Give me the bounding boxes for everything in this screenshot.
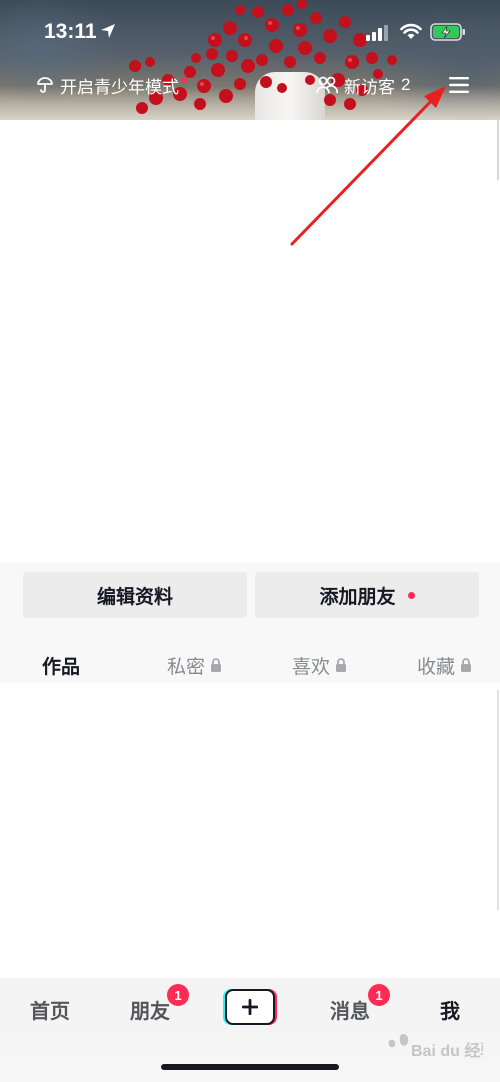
add-friends-label: 添加朋友 (319, 586, 396, 608)
messages-badge: 1 (368, 984, 390, 1006)
visitors-icon (316, 76, 338, 94)
menu-icon[interactable] (448, 76, 470, 94)
scroll-edge (497, 120, 499, 180)
visitors-count: 2 (401, 75, 411, 94)
nav-home[interactable]: 首页 (30, 995, 70, 1024)
status-time: 13:11 (44, 20, 97, 43)
visitors-label: 新访客 (344, 77, 395, 97)
tab-favorites-label: 收藏 (417, 656, 456, 678)
create-post-button[interactable] (225, 989, 275, 1025)
teen-mode-label: 开启青少年模式 (60, 77, 179, 97)
tab-likes-label: 喜欢 (292, 656, 331, 678)
tab-private[interactable]: 私密 (167, 652, 222, 678)
home-indicator[interactable] (161, 1064, 339, 1070)
scroll-edge-lower (497, 690, 499, 910)
nav-me[interactable]: 我 (440, 995, 460, 1024)
tab-works-label: 作品 (42, 656, 81, 678)
nav-messages[interactable]: 消息 (330, 995, 370, 1024)
umbrella-icon (37, 77, 53, 93)
plus-icon (242, 999, 258, 1015)
tab-likes[interactable]: 喜欢 (292, 652, 347, 678)
tab-favorites[interactable]: 收藏 (417, 652, 472, 678)
svg-text:Bai du 经验: Bai du 经验 (411, 1041, 483, 1060)
tab-works[interactable]: 作品 (42, 652, 80, 678)
nav-friends[interactable]: 朋友 (130, 995, 170, 1024)
lock-icon (336, 658, 347, 672)
friends-badge: 1 (167, 984, 189, 1006)
cover-berries-decoration (129, 0, 397, 114)
edit-profile-label: 编辑资料 (96, 586, 173, 608)
new-visitors-entry[interactable]: 新访客 2 (316, 73, 410, 97)
add-friends-button[interactable]: 添加朋友 (255, 572, 479, 618)
signal-icon (366, 25, 388, 41)
tab-private-label: 私密 (167, 656, 206, 678)
teen-mode-entry[interactable]: 开启青少年模式 (36, 73, 187, 97)
teen-mode-dot (181, 77, 187, 83)
lock-icon (461, 658, 472, 672)
lock-icon (211, 658, 222, 672)
add-friends-dot (407, 591, 415, 599)
profile-cover-banner[interactable]: 13:11 开启青少年模式 新访客 2 (0, 0, 500, 120)
wifi-icon (400, 23, 422, 39)
baidu-watermark: Bai du 经验 (388, 1034, 483, 1060)
location-arrow-icon (101, 24, 115, 38)
edit-profile-button[interactable]: 编辑资料 (23, 572, 247, 618)
battery-charging-icon (430, 23, 465, 41)
